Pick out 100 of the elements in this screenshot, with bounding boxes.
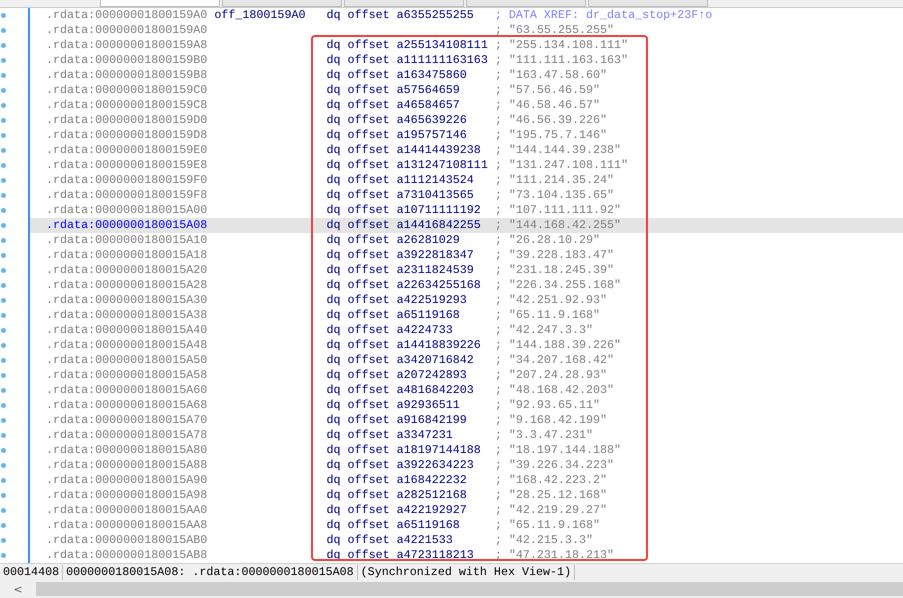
listing-line[interactable]: .rdata:00000001800159F8 dq offset a7310413565 ; "73.104.135.65" (30, 188, 903, 203)
address-text: .rdata:0000000180015A30 (46, 293, 208, 308)
instruction-text: dq offset a65119168 (326, 518, 460, 532)
listing-line[interactable]: .rdata:00000001800159F0 dq offset a1112143524 ; "111.214.35.24" (30, 173, 903, 188)
address-text: .rdata:0000000180015A50 (46, 353, 208, 368)
gutter-dot-icon (0, 403, 6, 408)
listing-line[interactable]: .rdata:00000001800159D0 dq offset a465639226 ; "46.56.39.226" (30, 113, 903, 128)
gutter-dot-icon (0, 478, 6, 483)
instruction-text: dq offset a2311824539 (326, 263, 474, 277)
listing-line[interactable]: .rdata:0000000180015A68 dq offset a92936511 ; "92.93.65.11" (30, 398, 903, 413)
comment-text: ; "42.215.3.3" (494, 533, 594, 548)
instruction-text: dq offset a1112143524 (326, 173, 474, 187)
listing-line[interactable]: .rdata:0000000180015A10 dq offset a26281029 ; "26.28.10.29" (30, 233, 903, 248)
gutter-dot-icon (0, 493, 6, 498)
listing-line[interactable]: .rdata:0000000180015A28 dq offset a22634255168 ; "226.34.255.168" (30, 278, 903, 293)
comment-text: ; "39.226.34.223" (494, 458, 614, 473)
gutter-dot-icon (0, 343, 6, 348)
listing-line[interactable]: .rdata:00000001800159B8 dq offset a163475860 ; "163.47.58.60" (30, 68, 903, 83)
address-text: .rdata:0000000180015A10 (46, 233, 208, 248)
listing-line[interactable]: .rdata:0000000180015A58 dq offset a207242893 ; "207.24.28.93" (30, 368, 903, 383)
comment-text: ; "42.251.92.93" (494, 293, 608, 308)
listing-line[interactable]: .rdata:00000001800159B0 dq offset a111111163163 ; "111.111.163.163" (30, 53, 903, 68)
listing-line[interactable]: .rdata:0000000180015A50 dq offset a3420716842 ; "34.207.168.42" (30, 353, 903, 368)
gutter-dot-icon (0, 328, 6, 333)
comment-text: ; "34.207.168.42" (494, 353, 614, 368)
address-text: .rdata:00000001800159E0 (46, 143, 208, 158)
gutter-dot-icon (0, 553, 6, 558)
gutter-dot-icon (0, 448, 6, 453)
listing-line[interactable]: .rdata:0000000180015A40 dq offset a4224733 ; "42.247.3.3" (30, 323, 903, 338)
gutter-dot-icon (0, 508, 6, 513)
gutter-dot-icon (0, 253, 6, 258)
gutter-dot-icon (0, 298, 6, 303)
listing-line[interactable]: .rdata:0000000180015A38 dq offset a65119168 ; "65.11.9.168" (30, 308, 903, 323)
gutter-dot-icon (0, 433, 6, 438)
comment-text: ; "144.188.39.226" (494, 338, 622, 353)
address-text: .rdata:0000000180015A08 (46, 218, 208, 233)
listing-line[interactable]: .rdata:0000000180015A70 dq offset a916842199 ; "9.168.42.199" (30, 413, 903, 428)
address-text: .rdata:0000000180015A38 (46, 308, 208, 323)
listing-line[interactable]: .rdata:00000001800159E8 dq offset a131247108111 ; "131.247.108.111" (30, 158, 903, 173)
listing-line[interactable]: .rdata:00000001800159C0 dq offset a57564659 ; "57.56.46.59" (30, 83, 903, 98)
gutter-dot-icon (0, 238, 6, 243)
listing-line[interactable]: .rdata:0000000180015AA8 dq offset a65119168 ; "65.11.9.168" (30, 518, 903, 533)
tab[interactable] (100, 0, 220, 7)
listing-line[interactable]: .rdata:0000000180015A80 dq offset a18197144188 ; "18.197.144.188" (30, 443, 903, 458)
instruction-text: dq offset a131247108111 (326, 158, 488, 172)
instruction-text: dq offset a4723118213 (326, 548, 474, 562)
comment-text: ; "144.168.42.255" (494, 218, 622, 233)
listing-line[interactable]: .rdata:0000000180015AB0 dq offset a4221533 ; "42.215.3.3" (30, 533, 903, 548)
listing-line[interactable]: .rdata:00000001800159A0 ; "63.55.255.255" (30, 23, 903, 38)
instruction-text: dq offset a3922634223 (326, 458, 474, 472)
comment-text: ; "48.168.42.203" (494, 383, 614, 398)
address-text: .rdata:00000001800159B0 (46, 53, 208, 68)
listing-line[interactable]: .rdata:0000000180015A60 dq offset a4816842203 ; "48.168.42.203" (30, 383, 903, 398)
instruction-text: dq offset a916842199 (326, 413, 467, 427)
listing-line[interactable]: .rdata:00000001800159A8 dq offset a255134108111 ; "255.134.108.111" (30, 38, 903, 53)
instruction-text: dq offset a422192927 (326, 503, 467, 517)
address-text: .rdata:00000001800159C8 (46, 98, 208, 113)
instruction-text: dq offset a6355255255 (326, 8, 474, 22)
listing-line[interactable]: .rdata:0000000180015A98 dq offset a282512168 ; "28.25.12.168" (30, 488, 903, 503)
instruction-text: dq offset a14418839226 (326, 338, 481, 352)
tab[interactable] (466, 0, 586, 7)
listing-line[interactable]: .rdata:0000000180015A78 dq offset a3347231 ; "3.3.47.231" (30, 428, 903, 443)
listing-line[interactable]: .rdata:0000000180015A30 dq offset a422519293 ; "42.251.92.93" (30, 293, 903, 308)
tab[interactable] (222, 0, 342, 7)
address-text: .rdata:0000000180015AA0 (46, 503, 208, 518)
comment-text: ; "111.111.163.163" (494, 53, 628, 68)
tab[interactable] (344, 0, 464, 7)
comment-text: ; "107.111.111.92" (494, 203, 622, 218)
listing-line[interactable]: .rdata:0000000180015A88 dq offset a3922634223 ; "39.226.34.223" (30, 458, 903, 473)
address-text: .rdata:00000001800159C0 (46, 83, 208, 98)
listing-line[interactable]: .rdata:0000000180015A20 dq offset a2311824539 ; "231.18.245.39" (30, 263, 903, 278)
comment-text: ; "131.247.108.111" (494, 158, 628, 173)
instruction-text: dq offset a10711111192 (326, 203, 481, 217)
listing-line[interactable]: .rdata:0000000180015A90 dq offset a168422232 ; "168.42.223.2" (30, 473, 903, 488)
listing-line[interactable]: .rdata:00000001800159C8 dq offset a46584657 ; "46.58.46.57" (30, 98, 903, 113)
instruction-text: dq offset a57564659 (326, 83, 460, 97)
instruction-text: dq offset a163475860 (326, 68, 467, 82)
comment-text: ; "42.247.3.3" (494, 323, 594, 338)
address-text: .rdata:0000000180015A58 (46, 368, 208, 383)
listing-line[interactable]: .rdata:00000001800159D8 dq offset a195757146 ; "195.75.7.146" (30, 128, 903, 143)
gutter-dot-icon (0, 313, 6, 318)
comment-text: ; "207.24.28.93" (494, 368, 608, 383)
listing-line[interactable]: .rdata:00000001800159E0 dq offset a14414439238 ; "144.144.39.238" (30, 143, 903, 158)
comment-text: ; "65.11.9.168" (494, 308, 600, 323)
instruction-text: dq offset a65119168 (326, 308, 460, 322)
address-text: .rdata:00000001800159D8 (46, 128, 208, 143)
instruction-text: dq offset a3420716842 (326, 353, 474, 367)
instruction-text: dq offset a14416842255 (326, 218, 481, 232)
tab[interactable] (588, 0, 708, 7)
listing-line[interactable]: .rdata:00000001800159A0 off_1800159A0 dq offset a6355255255 ; DATA XREF: dr_data_stop+23F↑o (30, 8, 903, 23)
instruction-text: dq offset a26281029 (326, 233, 460, 247)
listing-line[interactable]: .rdata:0000000180015AA0 dq offset a422192927 ; "42.219.29.27" (30, 503, 903, 518)
listing-line[interactable]: .rdata:0000000180015A00 dq offset a10711111192 ; "107.111.111.92" (30, 203, 903, 218)
comment-text: ; "255.134.108.111" (494, 38, 628, 53)
listing-line[interactable]: .rdata:0000000180015A48 dq offset a14418839226 ; "144.188.39.226" (30, 338, 903, 353)
address-text: .rdata:00000001800159A8 (46, 38, 208, 53)
instruction-text: dq offset a168422232 (326, 473, 467, 487)
address-text: .rdata:00000001800159B8 (46, 68, 208, 83)
address-text: .rdata:0000000180015A60 (46, 383, 208, 398)
listing-line[interactable]: .rdata:0000000180015A18 dq offset a3922818347 ; "39.228.183.47" (30, 248, 903, 263)
